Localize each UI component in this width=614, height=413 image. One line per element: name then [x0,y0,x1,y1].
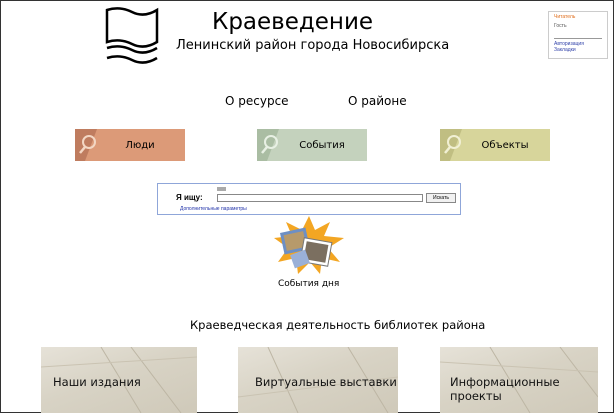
bookmarks-link[interactable]: Закладки [554,47,602,53]
category-events-label: События [299,139,345,151]
page-title: Краеведение [212,9,374,35]
search-input[interactable] [217,194,423,202]
advanced-search-link[interactable]: Дополнительные параметры [180,206,247,212]
section-title: Краеведческая деятельность библиотек рай… [190,318,486,332]
reader-status: Гость [554,23,567,29]
category-events-button[interactable]: События [257,129,367,161]
tile-label: Виртуальные выставки [255,375,397,389]
events-day-label[interactable]: События дня [278,279,339,289]
search-tab[interactable] [217,187,226,191]
search-button[interactable]: Искать [426,193,456,203]
category-people-button[interactable]: Люди [75,129,185,161]
category-objects-label: Объекты [481,139,529,151]
search-panel: Я ищу: Искать Дополнительные параметры [157,183,461,215]
tile-label: Наши издания [53,375,141,389]
tile-virtual-exhibitions[interactable]: Виртуальные выставки [238,347,398,413]
events-day-photos-icon[interactable] [272,216,346,276]
category-objects-button[interactable]: Объекты [440,129,550,161]
category-people-label: Люди [125,139,155,151]
magnifier-icon [75,129,97,161]
tile-label: Информационные проекты [450,375,560,403]
tile-information-projects[interactable]: Информационные проекты [440,347,598,413]
reader-divider [554,38,602,39]
search-label: Я ищу: [176,193,203,202]
book-logo-icon [105,7,159,64]
nav-about-resource[interactable]: О ресурсе [225,94,289,108]
nav-about-district[interactable]: О районе [348,94,407,108]
reader-panel: Читатель Гость Авторизация Закладки [548,11,608,59]
tile-our-publications[interactable]: Наши издания [41,347,197,413]
reader-title: Читатель [554,14,576,20]
page-subtitle: Ленинский район города Новосибирска [176,38,450,53]
